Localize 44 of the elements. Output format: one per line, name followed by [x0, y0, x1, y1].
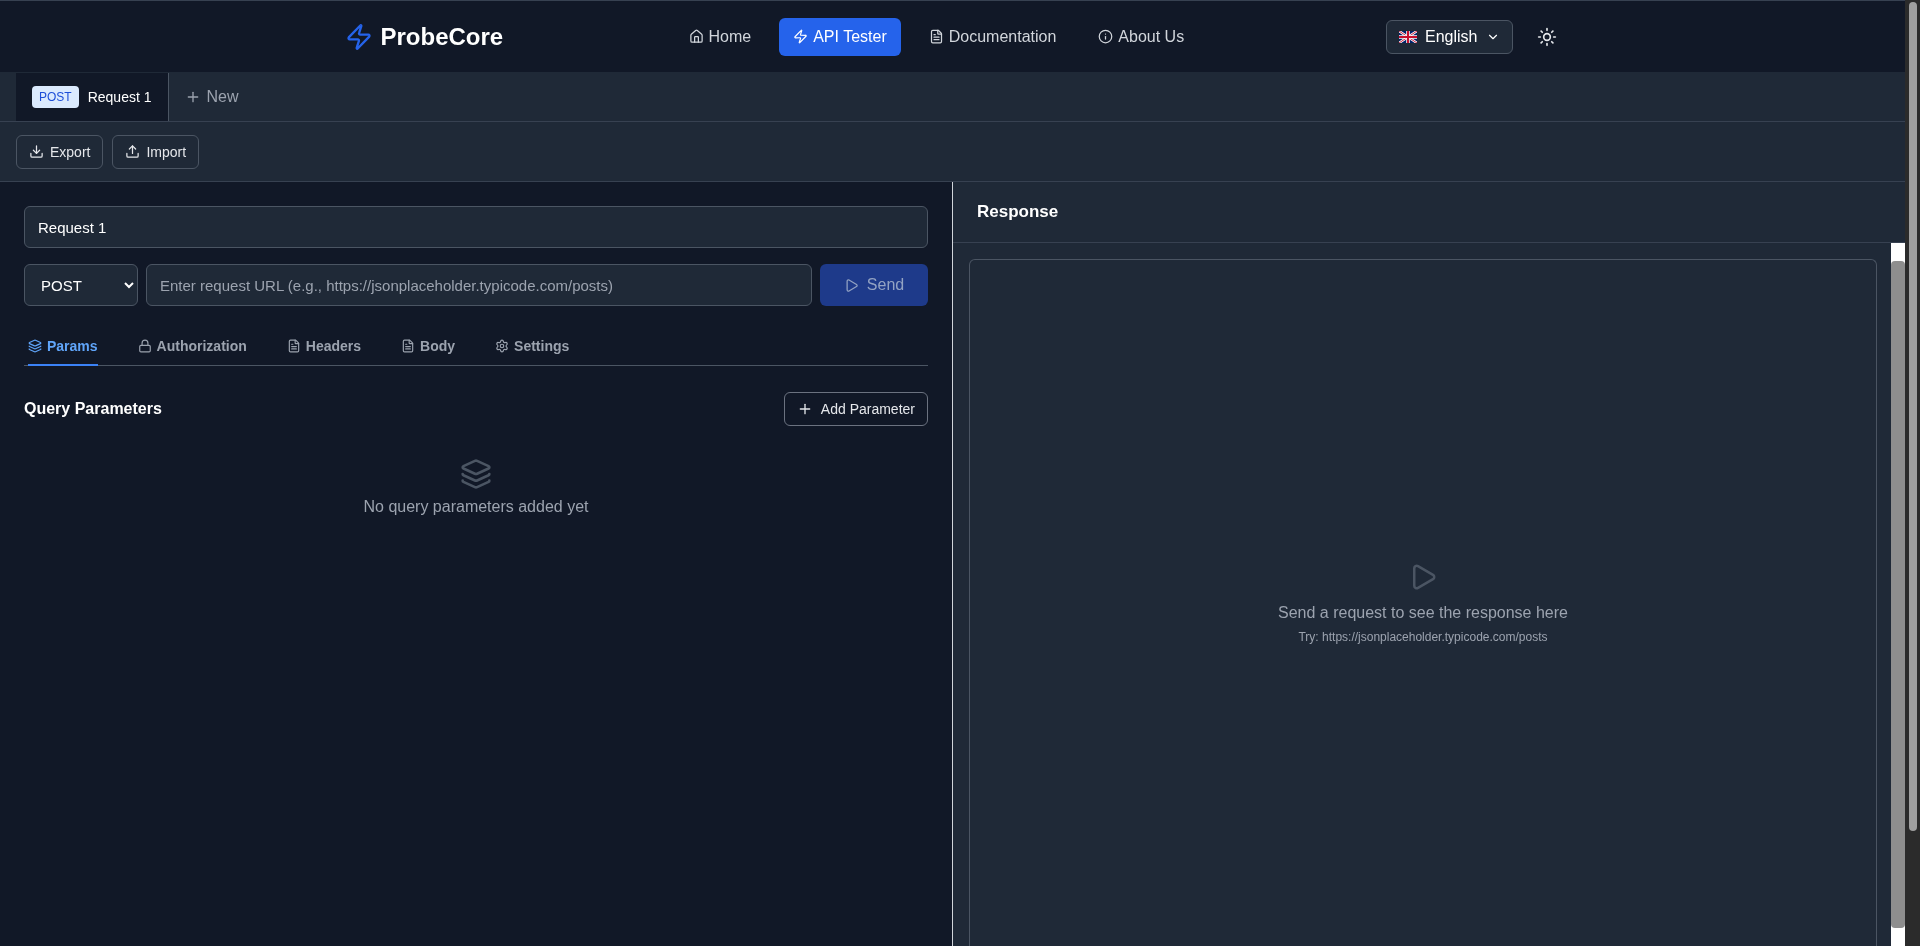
document-icon	[928, 29, 944, 44]
document-icon	[401, 339, 416, 353]
nav-link[interactable]: Documentation	[914, 17, 1071, 56]
scrollbar[interactable]	[1905, 0, 1920, 946]
layers-icon	[460, 458, 492, 490]
tab-title: Request 1	[87, 89, 152, 105]
method-select[interactable]: POST	[24, 264, 138, 306]
new-tab-button[interactable]: New	[168, 73, 255, 121]
lightning-icon	[793, 29, 809, 44]
nav-link[interactable]: API Tester	[779, 17, 901, 56]
upload-icon	[125, 144, 141, 159]
add-parameter-button[interactable]: Add Parameter	[783, 392, 928, 426]
toolbar-button[interactable]: Import	[112, 134, 200, 169]
request-name-field[interactable]: Request 1	[24, 206, 928, 248]
info-icon	[1098, 29, 1114, 44]
request-tab[interactable]: POST Request 1	[16, 73, 169, 121]
layers-icon	[28, 339, 42, 353]
empty-state-text: Send a request to see the response here	[1278, 604, 1568, 622]
section-tab[interactable]: Body	[401, 332, 456, 366]
document-icon	[286, 339, 301, 353]
language-selector[interactable]: English	[1386, 19, 1513, 54]
section-tab[interactable]: Settings	[495, 332, 570, 366]
section-tab[interactable]: Authorization	[137, 332, 247, 366]
method-badge: POST	[32, 86, 79, 108]
nav-link[interactable]: About Us	[1084, 17, 1199, 56]
nav-link[interactable]: Home	[674, 17, 766, 56]
home-icon	[688, 29, 704, 44]
sun-icon	[1536, 26, 1557, 47]
empty-state-text: No query parameters added yet	[363, 498, 589, 516]
lightning-logo-icon	[344, 22, 373, 51]
flag-icon	[1399, 30, 1417, 43]
response-title: Response	[977, 202, 1059, 222]
scrollbar[interactable]	[1891, 243, 1905, 946]
section-tab[interactable]: Headers	[286, 332, 362, 366]
section-tab[interactable]: Params	[28, 332, 98, 366]
section-title: Query Parameters	[24, 400, 162, 418]
url-field[interactable]: Enter request URL (e.g., https://jsonplaceholder.typicode.com/posts)	[146, 264, 812, 306]
hint-text: Try: https://jsonplaceholder.typicode.com/posts	[1298, 630, 1548, 644]
play-icon	[843, 277, 859, 293]
lock-icon	[137, 339, 152, 353]
toolbar-button[interactable]: Export	[16, 134, 104, 169]
download-icon	[29, 144, 44, 159]
brand-name: ProbeCore	[380, 22, 504, 51]
settings-icon	[495, 339, 510, 353]
